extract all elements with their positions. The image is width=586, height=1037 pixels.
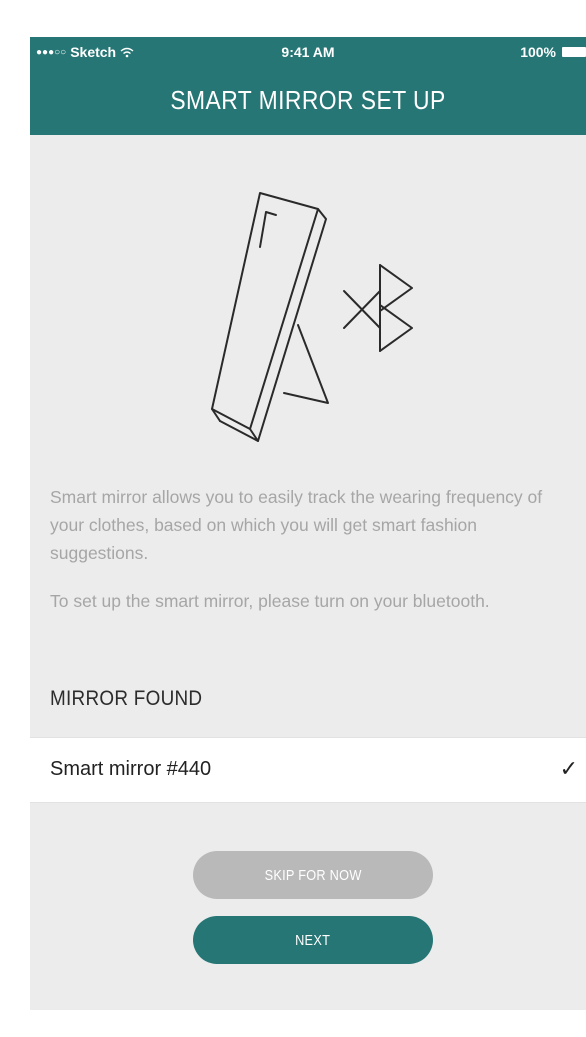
skip-button-label: SKIP FOR NOW (264, 866, 362, 884)
page-title: SMART MIRROR SET UP (170, 85, 446, 115)
mirror-stand-illustration (211, 192, 413, 442)
app-header: ●●●○○ Sketch 9:41 AM 100% SMART MIRROR S… (30, 37, 586, 135)
device-row-smart-mirror[interactable]: Smart mirror #440 ✓ (30, 737, 586, 803)
next-button[interactable]: NEXT (193, 916, 433, 964)
skip-for-now-button[interactable]: SKIP FOR NOW (193, 851, 433, 899)
status-time: 9:41 AM (281, 44, 335, 60)
device-name: Smart mirror #440 (50, 758, 212, 780)
next-button-label: NEXT (295, 931, 331, 949)
battery-percent: 100% (520, 44, 556, 60)
status-bar-right: 100% (520, 44, 586, 60)
description-paragraph-2: To set up the smart mirror, please turn … (50, 591, 490, 611)
checkmark-icon: ✓ (559, 756, 578, 781)
bluetooth-icon (343, 264, 413, 352)
mirror-found-label: MIRROR FOUND (50, 687, 203, 710)
battery-icon (562, 47, 586, 57)
description-paragraph-1: Smart mirror allows you to easily track … (50, 487, 543, 563)
status-bar: ●●●○○ Sketch 9:41 AM 100% (30, 37, 586, 63)
phone-screen: ●●●○○ Sketch 9:41 AM 100% SMART MIRROR S… (30, 37, 586, 1010)
